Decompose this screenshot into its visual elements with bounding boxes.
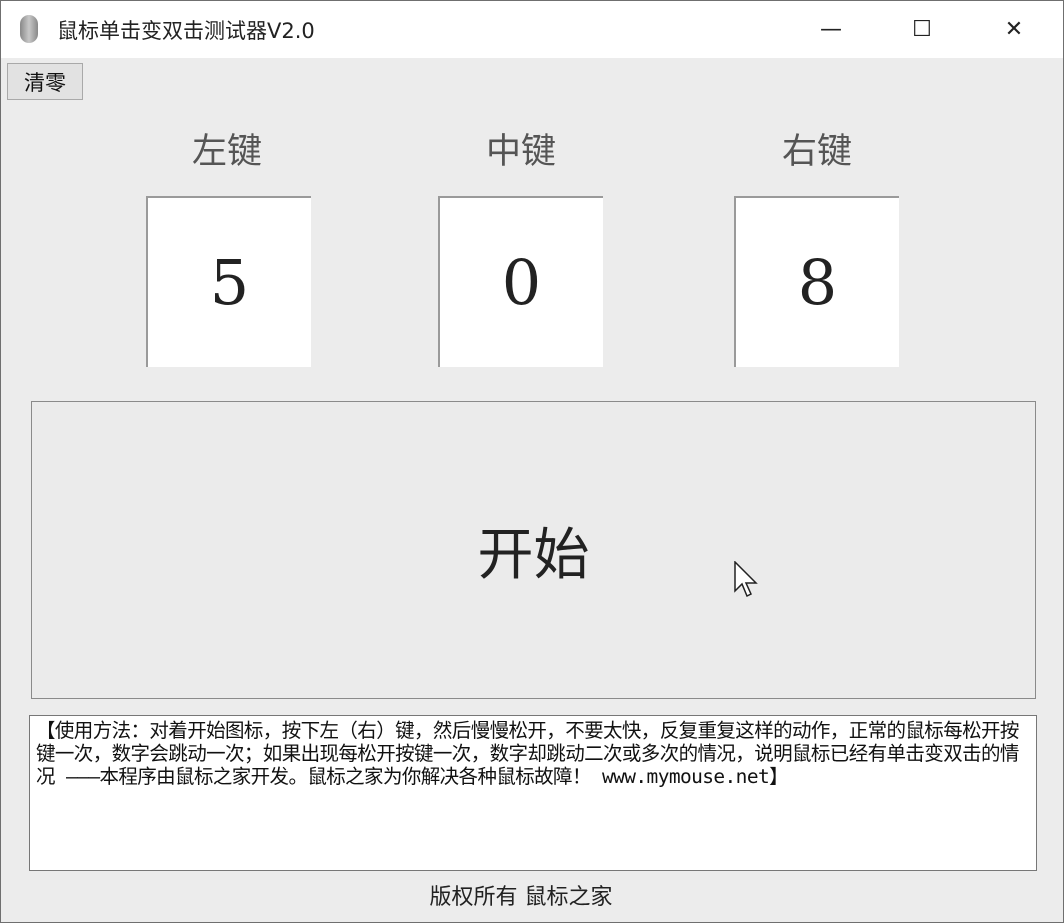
copyright-footer: 版权所有 鼠标之家 — [429, 885, 613, 910]
maximize-button[interactable]: ☐ — [899, 9, 945, 49]
middle-key-label: 中键 — [485, 132, 556, 172]
clear-button[interactable]: 清零 — [7, 63, 83, 100]
mouse-app-icon — [20, 15, 38, 43]
mouse-pointer-icon — [734, 561, 758, 598]
window-title: 鼠标单击变双击测试器V2.0 — [57, 19, 315, 43]
app-window: 鼠标单击变双击测试器V2.0 — ☐ ✕ 清零 左键 中键 右键 5 0 8 开… — [0, 0, 1064, 923]
instructions-text: 【使用方法：对着开始图标，按下左（右）键，然后慢慢松开，不要太快，反复重复这样的… — [29, 715, 1037, 871]
right-key-label: 右键 — [781, 132, 852, 172]
start-button[interactable]: 开始 — [31, 401, 1036, 699]
minimize-button[interactable]: — — [808, 9, 854, 49]
middle-key-count: 0 — [438, 196, 603, 367]
right-key-count: 8 — [734, 196, 899, 367]
left-key-label: 左键 — [191, 132, 262, 172]
left-key-count: 5 — [146, 196, 311, 367]
title-bar: 鼠标单击变双击测试器V2.0 — ☐ ✕ — [1, 1, 1063, 58]
close-button[interactable]: ✕ — [991, 9, 1037, 49]
